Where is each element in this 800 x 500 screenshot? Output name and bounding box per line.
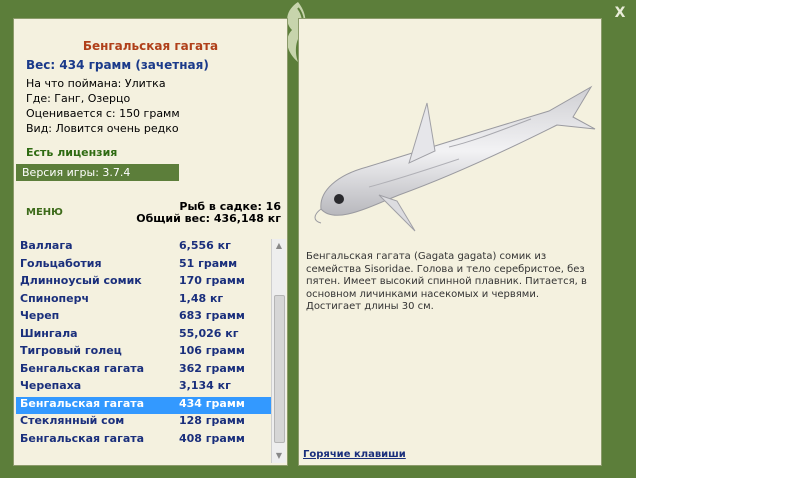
catch-weight: 408 грамм — [179, 431, 245, 445]
fish-description: Бенгальская гагата (Gagata gagata) сомик… — [306, 251, 587, 312]
fish-weight: Вес: 434 грамм (зачетная) — [26, 58, 209, 72]
catch-list-item[interactable]: Стеклянный сом 128 грамм — [16, 414, 271, 432]
license-status: Есть лицензия — [26, 146, 118, 159]
fish-title: Бенгальская гагата — [82, 39, 219, 53]
catch-name: Спиноперч — [20, 291, 90, 305]
catch-name: Стеклянный сом — [20, 414, 125, 427]
catch-weight: 434 грамм — [179, 396, 245, 410]
fish-detail-panel: Бенгальская гагата (Gagata gagata) сомик… — [298, 18, 602, 466]
valued-from-text: Оценивается с: 150 грамм — [26, 107, 180, 120]
catch-list-item[interactable]: Длинноусый сомик 170 грамм — [16, 274, 271, 292]
catch-name: Череп — [20, 309, 60, 322]
version-text: Версия игры: 3.7.4 — [22, 166, 131, 179]
catch-weight: 683 грамм — [179, 309, 245, 322]
fish-image — [314, 85, 596, 232]
catch-weight: 3,134 кг — [179, 379, 231, 392]
catch-list: Валлага 6,556 кг Гольцаботия 51 грамм Длин… — [16, 239, 271, 463]
catch-weight: 1,48 кг — [179, 291, 224, 305]
catch-list-item[interactable]: Бенгальская гагата 408 грамм — [16, 432, 271, 450]
catch-weight: 51 грамм — [179, 256, 238, 270]
catch-weight: 6,556 кг — [179, 239, 231, 252]
rarity-text: Вид: Ловится очень редко — [26, 122, 179, 135]
game-window: X Бенгальская гагата Вес: 434 грамм (зач… — [0, 0, 636, 478]
catch-list-item[interactable]: Шингала 55,026 кг — [16, 327, 271, 345]
catch-list-item[interactable]: Гольцаботия 51 грамм — [16, 257, 271, 275]
catch-list-item[interactable]: Череп 683 грамм — [16, 309, 271, 327]
catch-name: Гольцаботия — [20, 256, 102, 270]
catch-weight: 106 грамм — [179, 344, 245, 357]
catch-list-scrollbar[interactable]: ▲ ▼ — [271, 239, 286, 463]
catch-name: Валлага — [20, 239, 73, 252]
catch-name: Бенгальская гагата — [20, 361, 145, 375]
catch-name: Черепаха — [20, 379, 82, 392]
catch-list-item[interactable]: Черепаха 3,134 кг — [16, 379, 271, 397]
catch-name: Тигровый голец — [20, 344, 122, 357]
catch-list-item[interactable]: Валлага 6,556 кг — [16, 239, 271, 257]
scroll-thumb[interactable] — [274, 295, 285, 443]
catch-list-item-selected[interactable]: Бенгальская гагата 434 грамм — [16, 396, 271, 414]
catch-weight: 55,026 кг — [179, 326, 239, 340]
catch-weight: 362 грамм — [179, 361, 245, 375]
catch-name: Бенгальская гагата — [20, 431, 145, 445]
catch-list-item[interactable]: Бенгальская гагата 362 грамм — [16, 362, 271, 380]
keepnet-total-weight: Общий вес: 436,148 кг — [136, 212, 281, 225]
close-icon[interactable]: X — [612, 5, 628, 21]
catch-name: Бенгальская гагата — [20, 396, 145, 410]
caught-on-text: На что поймана: Улитка — [26, 77, 166, 90]
catch-name: Длинноусый сомик — [20, 274, 142, 287]
catch-weight: 170 грамм — [179, 274, 245, 287]
version-bar: Версия игры: 3.7.4 — [16, 164, 179, 181]
catch-list-item[interactable]: Тигровый голец 106 грамм — [16, 344, 271, 362]
catch-list-item[interactable]: Спиноперч 1,48 кг — [16, 292, 271, 310]
menu-button[interactable]: МЕНЮ — [26, 207, 63, 218]
catch-name: Шингала — [20, 326, 78, 340]
catch-weight: 128 грамм — [179, 414, 245, 427]
hotkeys-link[interactable]: Горячие клавиши — [303, 449, 406, 460]
location-text: Где: Ганг, Озерцо — [26, 92, 131, 105]
scroll-up-icon[interactable]: ▲ — [272, 239, 286, 253]
scroll-down-icon[interactable]: ▼ — [272, 449, 286, 463]
info-panel: Бенгальская гагата Вес: 434 грамм (зачет… — [13, 18, 288, 466]
